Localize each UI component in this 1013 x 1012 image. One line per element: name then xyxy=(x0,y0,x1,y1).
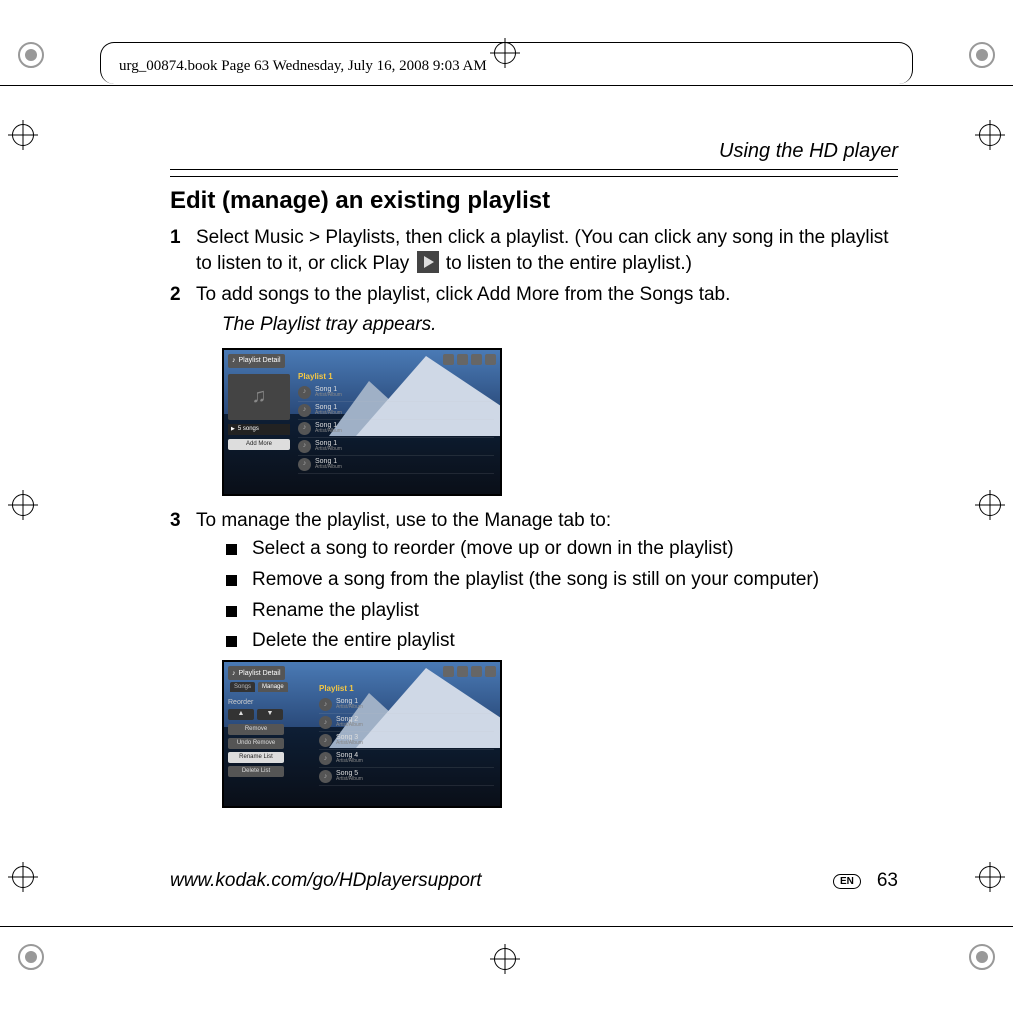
step-3-text: To manage the playlist, use to the Manag… xyxy=(196,510,611,531)
registration-mark-icon xyxy=(975,862,1005,892)
song-icon: ♪ xyxy=(319,716,332,729)
music-icon xyxy=(457,666,468,677)
delete-list-button[interactable]: Delete List xyxy=(228,766,284,777)
tab-songs[interactable]: Songs xyxy=(230,682,255,692)
music-note-icon: ♪ xyxy=(232,356,236,365)
section-heading: Using the HD player xyxy=(170,140,898,170)
list-item[interactable]: ♪Song 2Artist/Album xyxy=(319,714,494,732)
song-icon: ♪ xyxy=(298,440,311,453)
breadcrumb: ♪ Playlist Detail xyxy=(228,666,285,680)
bullet-rename: Rename the playlist xyxy=(226,599,898,624)
song-icon: ♪ xyxy=(319,752,332,765)
footer-url: www.kodak.com/go/HDplayersupport xyxy=(170,870,482,892)
screenshot-playlist-manage: ♪ Playlist Detail Songs Manage Reorde xyxy=(222,660,502,808)
list-item[interactable]: ♪Song 1Artist/Album xyxy=(298,402,494,420)
playlist-thumbnail: ♫ xyxy=(228,374,290,420)
crop-mark-icon xyxy=(969,42,995,68)
steps-list: Select Music > Playlists, then click a p… xyxy=(170,225,898,808)
page-number: 63 xyxy=(877,870,898,892)
print-draft-header: urg_00874.book Page 63 Wednesday, July 1… xyxy=(115,58,491,75)
breadcrumb-text: Playlist Detail xyxy=(239,669,281,678)
list-item[interactable]: ♪Song 1Artist/Album xyxy=(298,438,494,456)
song-count: 5 songs xyxy=(228,424,290,435)
registration-mark-icon xyxy=(490,38,520,68)
registration-mark-icon xyxy=(8,862,38,892)
settings-icon xyxy=(485,666,496,677)
song-icon: ♪ xyxy=(319,734,332,747)
screenshot-playlist-songs: ♪ Playlist Detail ♫ 5 songs Add More P xyxy=(222,348,502,496)
reorder-label: Reorder xyxy=(228,698,290,707)
song-icon: ♪ xyxy=(298,458,311,471)
registration-mark-icon xyxy=(8,490,38,520)
manage-bullets: Select a song to reorder (move up or dow… xyxy=(196,537,898,654)
photos-icon xyxy=(443,354,454,365)
bullet-reorder: Select a song to reorder (move up or dow… xyxy=(226,537,898,562)
section-rule xyxy=(170,176,898,177)
song-list: ♪Song 1Artist/Album ♪Song 2Artist/Album … xyxy=(319,696,494,786)
bullet-delete: Delete the entire playlist xyxy=(226,629,898,654)
step-2-note: The Playlist tray appears. xyxy=(222,312,898,338)
help-icon xyxy=(471,666,482,677)
help-icon xyxy=(471,354,482,365)
move-down-button[interactable]: ▼ xyxy=(257,709,283,720)
language-badge: EN xyxy=(833,874,861,889)
list-item[interactable]: ♪Song 3Artist/Album xyxy=(319,732,494,750)
photos-icon xyxy=(443,666,454,677)
list-item[interactable]: ♪Song 1Artist/Album xyxy=(298,384,494,402)
crop-mark-icon xyxy=(18,944,44,970)
song-icon: ♪ xyxy=(319,770,332,783)
song-icon: ♪ xyxy=(298,422,311,435)
step-1: Select Music > Playlists, then click a p… xyxy=(170,225,898,276)
settings-icon xyxy=(485,354,496,365)
registration-mark-icon xyxy=(490,944,520,974)
list-item[interactable]: ♪Song 1Artist/Album xyxy=(319,696,494,714)
crop-line xyxy=(0,85,1013,86)
list-item[interactable]: ♪Song 5Artist/Album xyxy=(319,768,494,786)
page-footer: www.kodak.com/go/HDplayersupport EN 63 xyxy=(170,870,898,892)
song-icon: ♪ xyxy=(298,386,311,399)
music-icon xyxy=(457,354,468,365)
step-1-text-b: to listen to the entire playlist.) xyxy=(441,253,692,274)
move-up-button[interactable]: ▲ xyxy=(228,709,254,720)
step-2-text: To add songs to the playlist, click Add … xyxy=(196,284,730,305)
registration-mark-icon xyxy=(8,120,38,150)
page-content: Using the HD player Edit (manage) an exi… xyxy=(170,140,898,892)
add-more-button[interactable]: Add More xyxy=(228,439,290,450)
breadcrumb-text: Playlist Detail xyxy=(239,356,281,365)
breadcrumb: ♪ Playlist Detail xyxy=(228,354,285,368)
registration-mark-icon xyxy=(975,120,1005,150)
list-item[interactable]: ♪Song 1Artist/Album xyxy=(298,420,494,438)
play-icon xyxy=(417,251,439,273)
crop-mark-icon xyxy=(969,944,995,970)
music-note-icon: ♪ xyxy=(232,669,236,678)
playlist-title: Playlist 1 xyxy=(298,372,333,383)
undo-remove-button[interactable]: Undo Remove xyxy=(228,738,284,749)
list-item[interactable]: ♪Song 4Artist/Album xyxy=(319,750,494,768)
remove-button[interactable]: Remove xyxy=(228,724,284,735)
tab-manage[interactable]: Manage xyxy=(258,682,288,692)
song-icon: ♪ xyxy=(319,698,332,711)
page-title: Edit (manage) an existing playlist xyxy=(170,187,898,215)
step-2: To add songs to the playlist, click Add … xyxy=(170,282,898,495)
list-item[interactable]: ♪Song 1Artist/Album xyxy=(298,456,494,474)
step-3: To manage the playlist, use to the Manag… xyxy=(170,508,898,808)
crop-line xyxy=(0,926,1013,927)
song-list: ♪Song 1Artist/Album ♪Song 1Artist/Album … xyxy=(298,384,494,474)
rename-list-button[interactable]: Rename List xyxy=(228,752,284,763)
crop-mark-icon xyxy=(18,42,44,68)
song-icon: ♪ xyxy=(298,404,311,417)
playlist-title: Playlist 1 xyxy=(319,684,354,695)
registration-mark-icon xyxy=(975,490,1005,520)
bullet-remove: Remove a song from the playlist (the son… xyxy=(226,568,898,593)
